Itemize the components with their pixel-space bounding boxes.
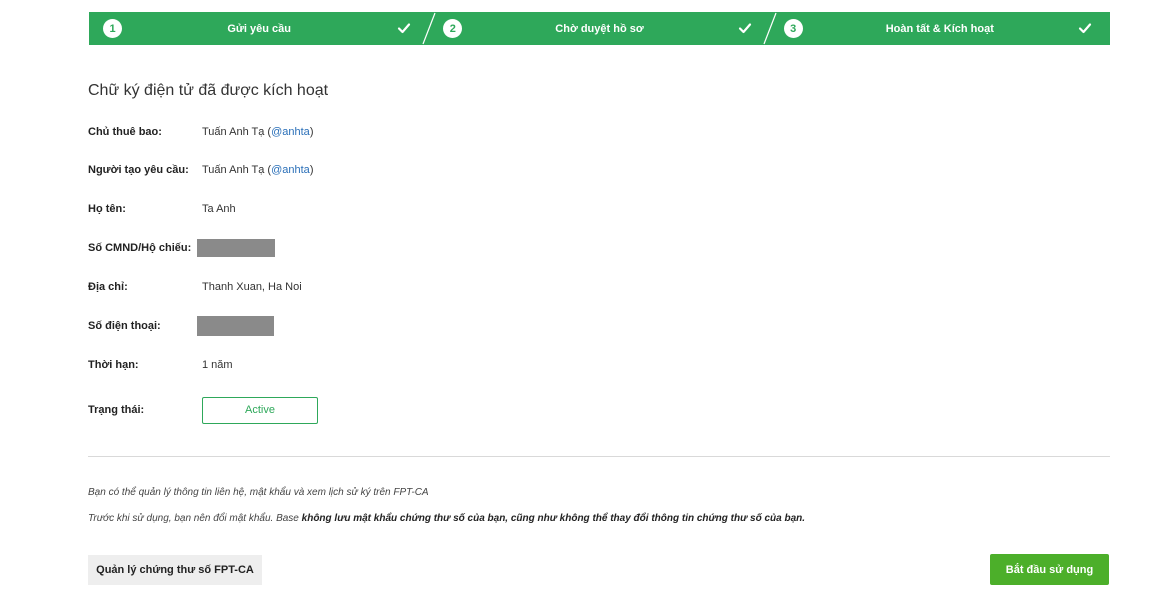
password-warning-note: Trước khi sử dụng, bạn nên đổi mật khẩu.… [88, 513, 805, 524]
check-icon [398, 23, 411, 34]
redacted-phone [197, 316, 274, 336]
step-number-badge: 3 [783, 19, 803, 38]
requester-name: Tuấn Anh Tạ ( [202, 164, 272, 176]
id-number-label: Số CMND/Hộ chiếu: [88, 242, 192, 254]
step-divider [422, 12, 436, 45]
phone-label: Số điện thoại: [88, 320, 161, 332]
manage-fpt-ca-button[interactable]: Quản lý chứng thư số FPT-CA [88, 555, 262, 585]
check-icon [1078, 23, 1092, 34]
duration-value: 1 năm [202, 359, 233, 371]
subscriber-name: Tuấn Anh Tạ ( [202, 126, 272, 138]
check-icon [738, 23, 751, 34]
address-row: Địa chỉ: Thanh Xuan, Ha Noi [88, 277, 302, 297]
progress-steps: 1 Gửi yêu cầu 2 Chờ duyệt hồ sơ 3 Hoàn t… [89, 12, 1110, 45]
requester-row: Người tạo yêu cầu: Tuấn Anh Tạ (@anhta) [88, 160, 313, 180]
subscriber-label: Chủ thuê bao: [88, 126, 162, 138]
step-label: Chờ duyệt hồ sơ [555, 22, 644, 35]
address-label: Địa chỉ: [88, 281, 128, 293]
duration-row: Thời hạn: 1 năm [88, 355, 233, 375]
subscriber-handle-link[interactable]: @anhta [271, 126, 310, 138]
section-divider [88, 456, 1110, 457]
full-name-row: Họ tên: Ta Anh [88, 199, 236, 219]
status-badge: Active [202, 396, 318, 424]
phone-row: Số điện thoại: [88, 316, 274, 336]
full-name-label: Họ tên: [88, 203, 126, 215]
step-number-badge: 1 [103, 19, 122, 38]
page-title: Chữ ký điện tử đã được kích hoạt [88, 82, 329, 99]
requester-label: Người tạo yêu cầu: [88, 164, 189, 176]
redacted-id-number [197, 239, 275, 257]
status-label: Trạng thái: [88, 404, 145, 416]
start-using-button[interactable]: Bắt đầu sử dụng [990, 554, 1109, 585]
manage-info-note: Bạn có thể quản lý thông tin liên hệ, mậ… [88, 487, 429, 498]
subscriber-row: Chủ thuê bao: Tuấn Anh Tạ (@anhta) [88, 122, 313, 142]
duration-label: Thời hạn: [88, 359, 139, 371]
step-pending-review: 2 Chờ duyệt hồ sơ [429, 12, 777, 45]
password-warning-bold: không lưu mật khẩu chứng thư số của bạn,… [301, 513, 806, 524]
step-send-request: 1 Gửi yêu cầu [89, 12, 436, 45]
step-complete-activate: 3 Hoàn tất & Kích hoạt [770, 12, 1110, 45]
step-divider [763, 12, 777, 45]
id-number-row: Số CMND/Hộ chiếu: [88, 238, 275, 258]
status-row: Trạng thái: Active [88, 396, 318, 424]
full-name-value: Ta Anh [202, 203, 236, 215]
step-label: Gửi yêu cầu [227, 22, 291, 35]
step-label: Hoàn tất & Kích hoạt [885, 22, 994, 35]
requester-handle-link[interactable]: @anhta [271, 164, 310, 176]
step-number-badge: 2 [443, 19, 463, 38]
requester-value: Tuấn Anh Tạ (@anhta) [202, 164, 313, 176]
subscriber-value: Tuấn Anh Tạ (@anhta) [202, 126, 313, 138]
subscriber-close: ) [309, 126, 314, 138]
address-value: Thanh Xuan, Ha Noi [202, 281, 302, 293]
requester-close: ) [309, 164, 314, 176]
password-warning-prefix: Trước khi sử dụng, bạn nên đổi mật khẩu.… [88, 513, 302, 524]
